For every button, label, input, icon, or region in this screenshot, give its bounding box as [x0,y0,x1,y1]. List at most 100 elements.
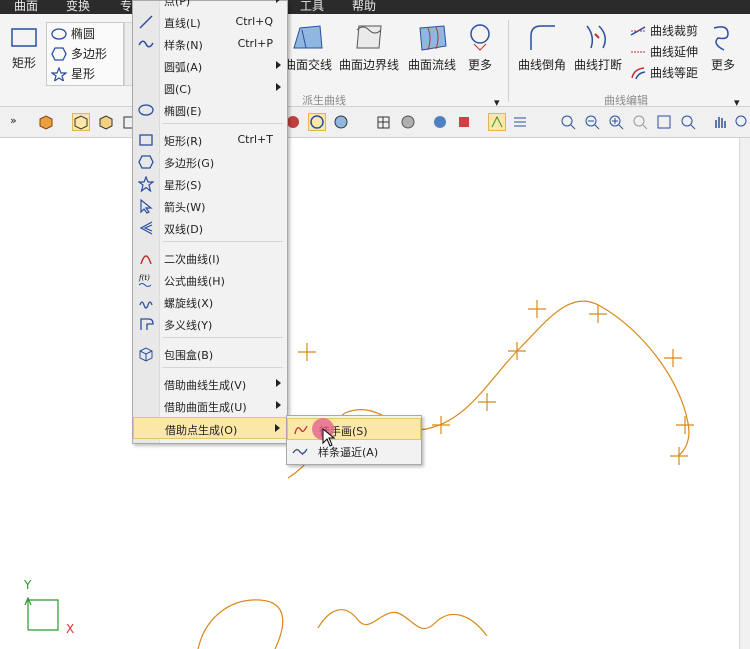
edit-more-icon [713,26,729,51]
menu-item-double-line[interactable]: 双线(D) [133,217,287,239]
submenu-item-spline-approx[interactable]: 样条逼近(A) [287,440,421,462]
menu-item-arc[interactable]: 圆弧(A) [133,55,287,77]
zoom-window-icon[interactable] [560,114,576,130]
surface-boundary-label: 曲面边界线 [338,58,399,72]
ellipse-icon [51,27,67,40]
curve-fillet-icon [530,25,555,50]
curve-break-icon [586,25,606,49]
render-cube-icon[interactable] [456,114,472,130]
curve-offset-button[interactable]: 曲线等距 [630,64,698,81]
zoom-out-icon[interactable] [584,114,600,130]
polygon-button[interactable]: 多边形 [51,45,107,62]
toolbar-overflow-icon[interactable]: » [10,114,26,130]
rectangle-button[interactable]: 矩形 [6,26,42,71]
edit-more-button[interactable]: 更多 [706,22,740,73]
control-point-marker [298,343,316,361]
wire-cube-icon[interactable] [72,113,90,131]
coordinate-axis [24,596,59,631]
submenu-item-freehand[interactable]: 徒手画(S) [287,418,421,440]
curve-trim-button[interactable]: 曲线裁剪 [630,22,698,39]
pan-hand-icon[interactable] [712,114,728,130]
star-label: 星形 [71,67,96,81]
axis-x-label: X [66,622,75,636]
surface-intersection-label: 曲面交线 [284,58,333,72]
menu-item-line[interactable]: 直线(L) Ctrl+Q [133,11,287,33]
menu-bar: 曲面 变换 专 工具 帮助 [0,0,750,14]
zoom-dynamic-icon[interactable] [680,114,696,130]
curve-break-label: 曲线打断 [573,58,622,72]
snap-point-icon[interactable] [488,113,506,131]
menu-item-formula-curve[interactable]: f(t) 公式曲线(H) [133,269,287,291]
menu-special[interactable]: 专 [120,0,132,14]
menu-item-conic[interactable]: 二次曲线(I) [133,247,287,269]
surface-boundary-icon [356,25,382,49]
freehand-arc-curve [197,599,284,649]
surface-flowline-button[interactable]: 曲面流线 [406,22,458,73]
surface-intersection-button[interactable]: 曲面交线 [284,22,332,73]
polyline-icon [140,318,154,330]
svg-text:f(t): f(t) [138,274,150,282]
menu-item-star[interactable]: 星形(S) [133,173,287,195]
submenu-arrow-icon [276,0,281,3]
layer-list-icon[interactable] [512,114,528,130]
menu-item-arrow[interactable]: 箭头(W) [133,195,287,217]
menu-item-rectangle[interactable]: 矩形(R) Ctrl+T [133,129,287,151]
menu-item-from-curve[interactable]: 借助曲线生成(V) [133,373,287,395]
star-button[interactable]: 星形 [51,65,95,82]
derived-group-label: 派生曲线 [302,94,346,107]
grid-cube-icon[interactable] [376,114,392,130]
menu-tools[interactable]: 工具 [300,0,324,14]
globe-icon[interactable] [333,114,349,130]
curve-fillet-button[interactable]: 曲线倒角 [516,22,568,73]
curve-fillet-label: 曲线倒角 [517,58,566,72]
vertical-scrollbar[interactable] [739,138,750,649]
polygon-icon [51,46,67,61]
menu-item-helix[interactable]: 螺旋线(X) [133,291,287,313]
control-point-marker [664,349,682,367]
menu-item-polyline[interactable]: 多义线(Y) [133,313,287,335]
zoom-real-icon[interactable] [734,114,750,130]
surface-intersection-icon [293,25,323,49]
menu-help[interactable]: 帮助 [352,0,376,14]
zoom-in-icon[interactable] [608,114,624,130]
freehand-icon [294,425,308,435]
menu-surface[interactable]: 曲面 [14,0,38,14]
menu-item-circle[interactable]: 圆(C) [133,77,287,99]
menu-item-from-surface[interactable]: 借助曲面生成(U) [133,395,287,417]
submenu-arrow-icon [276,379,281,387]
from-points-submenu: 徒手画(S) 样条逼近(A) [286,415,422,465]
curve-trim-label: 曲线裁剪 [650,24,699,38]
ellipse-button[interactable]: 椭圆 [51,25,95,42]
curve-break-button[interactable]: 曲线打断 [572,22,624,73]
submenu-arrow-icon [275,424,280,432]
edit-more-label: 更多 [710,58,735,72]
sphere-grey-icon[interactable] [400,114,416,130]
bounding-box-icon [139,347,153,362]
group-divider [508,20,509,102]
render-sphere-icon[interactable] [432,114,448,130]
menu-transform[interactable]: 变换 [66,0,90,14]
control-point-marker [670,447,688,465]
curve-offset-icon [631,66,646,79]
surface-boundary-button[interactable]: 曲面边界线 [338,22,400,73]
circle-outline-icon[interactable] [308,113,326,131]
curve-trim-icon [630,25,646,36]
zoom-previous-icon[interactable] [632,114,648,130]
shaded-cube-icon[interactable] [38,114,54,130]
helix-icon [139,301,153,309]
submenu-arrow-icon [276,83,281,91]
menu-item-ellipse[interactable]: 椭圆(E) [133,99,287,121]
menu-item-bounding-box[interactable]: 包围盒(B) [133,343,287,365]
curve-offset-label: 曲线等距 [650,66,699,80]
menu-item-point[interactable]: 点(P) [133,0,287,11]
zoom-all-icon[interactable] [656,114,672,130]
menu-item-from-points[interactable]: 借助点生成(O) [133,417,287,439]
cube-front-icon[interactable] [98,114,114,130]
curve-dropdown-menu: 点(P) 直线(L) Ctrl+Q 样条(N) Ctrl+P 圆弧(A) 圆(C) … [132,0,288,444]
curve-extend-button[interactable]: 曲线延伸 [630,43,698,60]
menu-item-polygon[interactable]: 多边形(G) [133,151,287,173]
derived-more-button[interactable]: 更多 [464,22,496,73]
view-toolbar: » [0,107,750,138]
menu-item-spline[interactable]: 样条(N) Ctrl+P [133,33,287,55]
drawing-viewport[interactable]: Y X [0,138,740,649]
